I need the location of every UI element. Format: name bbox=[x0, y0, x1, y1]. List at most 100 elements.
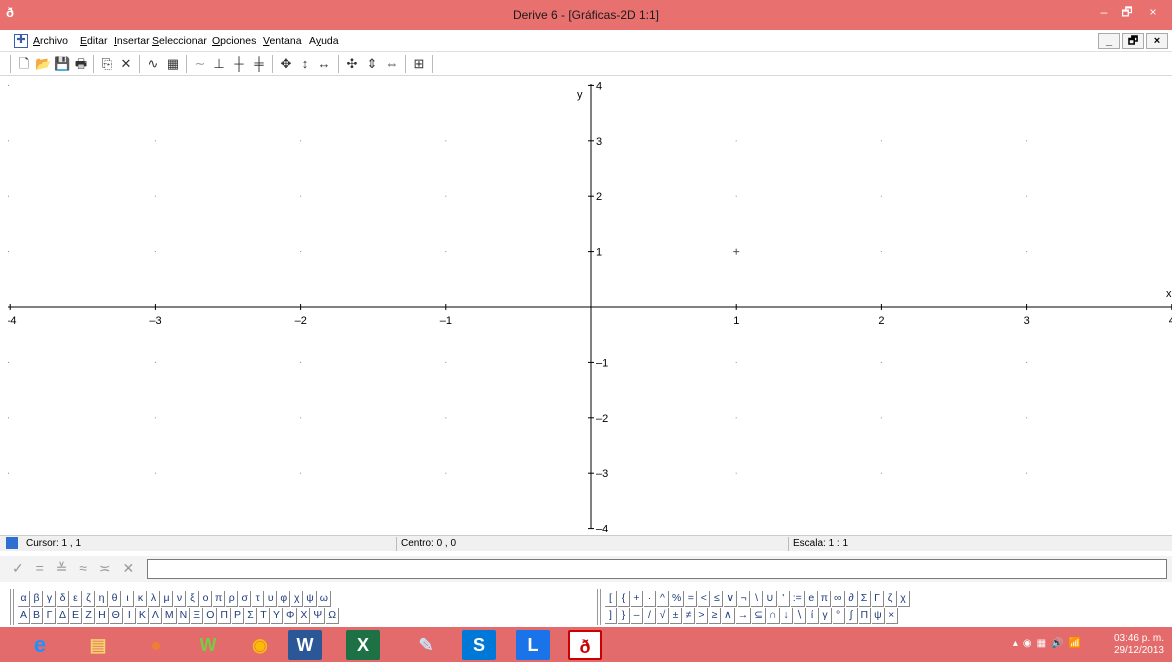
greek-lower-key-5[interactable]: ζ bbox=[83, 591, 95, 607]
greek-upper-key-0[interactable]: Α bbox=[18, 608, 31, 624]
symbol-bottom-key-9[interactable]: ∧ bbox=[722, 608, 735, 624]
greek-upper-key-23[interactable]: Ω bbox=[326, 608, 340, 624]
symbol-top-key-4[interactable]: ^ bbox=[657, 591, 669, 607]
copy-icon[interactable]: ⎘ bbox=[99, 56, 115, 72]
greek-lower-key-8[interactable]: ι bbox=[122, 591, 134, 607]
new-file-icon[interactable]: 🗋 bbox=[16, 56, 32, 72]
symbol-bottom-key-10[interactable]: → bbox=[735, 608, 752, 624]
greek-lower-key-17[interactable]: σ bbox=[239, 591, 252, 607]
menu-editar[interactable]: Editar bbox=[80, 35, 107, 47]
menu-insertar[interactable]: Insertar bbox=[114, 35, 150, 47]
symbol-top-key-8[interactable]: ≤ bbox=[711, 591, 724, 607]
symbol-top-key-7[interactable]: < bbox=[698, 591, 711, 607]
greek-lower-key-23[interactable]: ω bbox=[317, 591, 331, 607]
algebra-window-icon[interactable]: ▦ bbox=[165, 56, 181, 72]
tray-icons[interactable]: ▴◉▦🔊📶 bbox=[1013, 638, 1086, 649]
greek-upper-key-2[interactable]: Γ bbox=[44, 608, 57, 624]
greek-upper-key-1[interactable]: Β bbox=[31, 608, 44, 624]
maximize-button[interactable]: 🗗 bbox=[1116, 4, 1138, 22]
mdi-restore-button[interactable]: 🗗 bbox=[1122, 33, 1144, 49]
internet-explorer-icon[interactable]: e bbox=[18, 630, 62, 660]
symbol-bottom-key-11[interactable]: ⊆ bbox=[752, 608, 766, 624]
symbol-bottom-key-12[interactable]: ∩ bbox=[767, 608, 780, 624]
greek-upper-key-20[interactable]: Φ bbox=[284, 608, 298, 624]
greek-lower-key-14[interactable]: ο bbox=[200, 591, 212, 607]
greek-lower-key-13[interactable]: ξ bbox=[187, 591, 199, 607]
symbol-top-key-3[interactable]: · bbox=[644, 591, 656, 607]
greek-upper-key-5[interactable]: Ζ bbox=[83, 608, 96, 624]
greek-lower-key-21[interactable]: χ bbox=[291, 591, 304, 607]
greek-lower-key-11[interactable]: μ bbox=[161, 591, 173, 607]
symbol-bottom-key-15[interactable]: ί bbox=[806, 608, 819, 624]
mdi-minimize-button[interactable]: _ bbox=[1098, 33, 1120, 49]
greek-lower-key-4[interactable]: ε bbox=[70, 591, 82, 607]
clock[interactable]: 03:46 p. m. 29/12/2013 bbox=[1104, 633, 1164, 657]
symbol-bottom-key-7[interactable]: > bbox=[696, 608, 708, 624]
greek-upper-key-7[interactable]: Θ bbox=[109, 608, 123, 624]
scale-icon[interactable]: ⊞ bbox=[411, 56, 427, 72]
word-icon[interactable]: W bbox=[288, 630, 322, 660]
symbol-top-key-19[interactable]: Σ bbox=[858, 591, 871, 607]
greek-lower-key-19[interactable]: υ bbox=[265, 591, 278, 607]
greek-lower-key-1[interactable]: β bbox=[31, 591, 43, 607]
greek-upper-key-14[interactable]: Ο bbox=[204, 608, 218, 624]
greek-lower-key-0[interactable]: α bbox=[18, 591, 30, 607]
symbol-top-key-15[interactable]: e bbox=[805, 591, 818, 607]
symbol-bottom-key-8[interactable]: ≥ bbox=[709, 608, 721, 624]
greek-upper-key-10[interactable]: Λ bbox=[149, 608, 162, 624]
greek-upper-key-15[interactable]: Π bbox=[218, 608, 231, 624]
greek-upper-key-12[interactable]: Ν bbox=[177, 608, 191, 624]
save-icon[interactable]: 💾 bbox=[54, 56, 70, 72]
close-button[interactable]: × bbox=[1138, 4, 1168, 22]
symbol-bottom-key-13[interactable]: ↓ bbox=[780, 608, 793, 624]
greek-lower-key-15[interactable]: π bbox=[213, 591, 226, 607]
symbol-top-key-13[interactable]: ' bbox=[777, 591, 790, 607]
media-icon[interactable]: ● bbox=[134, 630, 178, 660]
paint-icon[interactable]: ✎ bbox=[404, 630, 448, 660]
symbol-bottom-key-20[interactable]: ψ bbox=[872, 608, 885, 624]
greek-upper-key-16[interactable]: Ρ bbox=[231, 608, 244, 624]
open-folder-icon[interactable]: 📂 bbox=[35, 56, 51, 72]
symbol-top-key-0[interactable]: [ bbox=[605, 591, 617, 607]
greek-upper-key-21[interactable]: Χ bbox=[298, 608, 311, 624]
greek-lower-key-2[interactable]: γ bbox=[44, 591, 56, 607]
graph-2d-area[interactable]: –4–3–2–112344321–1–2–3–4xy bbox=[8, 80, 1172, 532]
document-icon[interactable]: ✚ bbox=[14, 34, 28, 48]
lync-icon[interactable]: L bbox=[516, 630, 550, 660]
entry-buttons[interactable]: ✓ = ≚ ≈ ≍ ✕ bbox=[12, 560, 138, 577]
zoom-out-horizontal-icon[interactable]: ⇔ bbox=[384, 56, 400, 72]
symbol-top-key-20[interactable]: Γ bbox=[871, 591, 884, 607]
greek-lower-key-22[interactable]: ψ bbox=[304, 591, 317, 607]
symbol-top-key-2[interactable]: + bbox=[631, 591, 643, 607]
symbol-bottom-key-17[interactable]: ° bbox=[832, 608, 845, 624]
symbol-bottom-key-0[interactable]: ] bbox=[605, 608, 617, 624]
app-w-icon[interactable]: W bbox=[186, 630, 230, 660]
delete-icon[interactable]: ✕ bbox=[118, 56, 134, 72]
greek-upper-key-22[interactable]: Ψ bbox=[311, 608, 326, 624]
greek-lower-key-16[interactable]: ρ bbox=[226, 591, 239, 607]
greek-upper-key-3[interactable]: Δ bbox=[57, 608, 70, 624]
axes-origin-icon[interactable]: ⊥ bbox=[211, 56, 227, 72]
symbol-top-key-12[interactable]: ∪ bbox=[764, 591, 777, 607]
skype-icon[interactable]: S bbox=[462, 630, 496, 660]
symbol-top-key-1[interactable]: { bbox=[618, 591, 630, 607]
symbol-bottom-key-6[interactable]: ≠ bbox=[683, 608, 695, 624]
menu-seleccionar[interactable]: Seleccionar bbox=[152, 35, 207, 47]
symbol-top-key-9[interactable]: ∨ bbox=[724, 591, 738, 607]
greek-upper-key-8[interactable]: Ι bbox=[123, 608, 136, 624]
symbol-top-key-11[interactable]: \ bbox=[751, 591, 764, 607]
derive-taskbar-icon[interactable]: ð bbox=[568, 630, 602, 660]
symbol-bottom-key-3[interactable]: / bbox=[644, 608, 656, 624]
greek-upper-key-11[interactable]: Μ bbox=[162, 608, 177, 624]
greek-lower-key-20[interactable]: φ bbox=[278, 591, 291, 607]
symbol-top-key-5[interactable]: % bbox=[670, 591, 685, 607]
symbol-bottom-key-5[interactable]: ± bbox=[670, 608, 682, 624]
zoom-out-vertical-icon[interactable]: ⇕ bbox=[364, 56, 380, 72]
menu-ayuda[interactable]: Ayuda bbox=[309, 35, 339, 47]
greek-upper-key-9[interactable]: Κ bbox=[136, 608, 149, 624]
menu-opciones[interactable]: Opciones bbox=[212, 35, 256, 47]
symbol-bottom-key-4[interactable]: √ bbox=[657, 608, 669, 624]
zoom-in-vertical-icon[interactable]: ↕ bbox=[297, 56, 313, 72]
zoom-out-both-icon[interactable]: ✣ bbox=[344, 56, 360, 72]
greek-lower-key-7[interactable]: θ bbox=[109, 591, 121, 607]
